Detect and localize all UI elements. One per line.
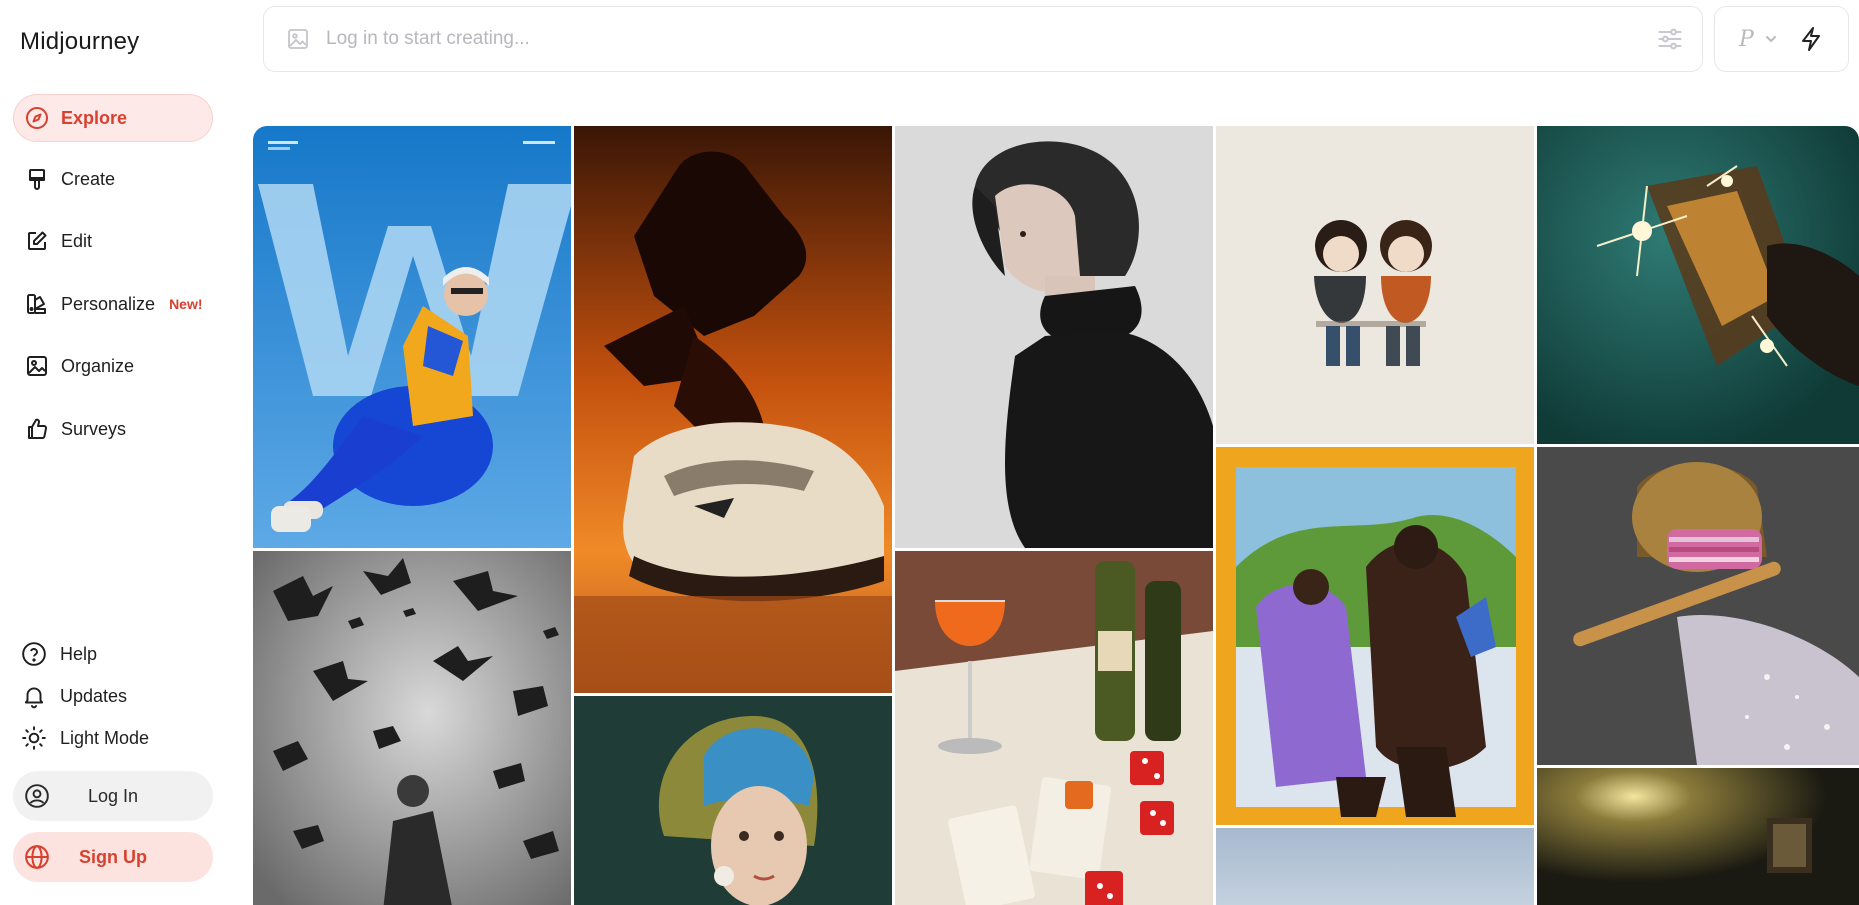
globe-icon (23, 843, 51, 871)
nav-item-create[interactable]: Create (13, 155, 213, 203)
blue-sky-partial-image (1216, 828, 1534, 905)
thumbs-up-icon (25, 417, 49, 441)
compass-icon (25, 106, 49, 130)
mode-selector[interactable]: P (1714, 6, 1849, 72)
man-in-blue-chair-image (253, 126, 571, 548)
dim-room-lamp-image (1537, 768, 1859, 905)
nav-label-surveys: Surveys (61, 418, 127, 439)
nav-item-edit[interactable]: Edit (13, 217, 213, 265)
nav-label-personalize: Personalize (61, 293, 156, 314)
signup-label: Sign Up (79, 846, 147, 867)
nav-item-explore[interactable]: Explore (13, 94, 213, 142)
prompt-bar[interactable]: Log in to start creating... (263, 6, 1703, 72)
lightning-icon[interactable] (1796, 24, 1826, 54)
running-shoe-silhouette-image (574, 126, 892, 693)
theme-toggle[interactable]: Light Mode (20, 721, 149, 755)
gallery-tile-crayon-figures[interactable] (1216, 447, 1534, 825)
mode-letter: P (1739, 26, 1754, 52)
help-circle-icon (20, 640, 48, 668)
image-upload-icon[interactable] (284, 25, 312, 53)
brand-logo[interactable]: Midjourney (20, 28, 139, 56)
updates-link[interactable]: Updates (20, 679, 127, 713)
drinks-cards-dice-still-life-image (895, 551, 1213, 905)
gallery-tile-knitted-girl[interactable] (574, 696, 892, 905)
nav-item-surveys[interactable]: Surveys (13, 405, 213, 453)
nav-label-organize: Organize (61, 355, 135, 376)
paintbrush-icon (25, 167, 49, 191)
gallery-tile-dim-room[interactable] (1537, 768, 1859, 905)
settings-sliders-icon[interactable] (1652, 21, 1688, 57)
gallery-tile-still-life[interactable] (895, 551, 1213, 905)
help-label: Help (60, 643, 98, 664)
knitted-pearl-earring-girl-image (574, 696, 892, 905)
woman-black-turtleneck-image (895, 126, 1213, 548)
two-kids-sitting-sketch-image (1216, 126, 1534, 444)
gallery-tile-woman-turtleneck[interactable] (895, 126, 1213, 548)
signup-button[interactable]: Sign Up (13, 832, 213, 882)
help-link[interactable]: Help (20, 637, 97, 671)
login-label: Log In (87, 785, 139, 806)
gallery-tile-man-in-blue-chair[interactable] (253, 126, 571, 548)
sidebar: Midjourney Explore Create Edit Personali… (0, 0, 230, 905)
user-circle-icon (23, 782, 51, 810)
prompt-input[interactable]: Log in to start creating... (326, 28, 1652, 50)
nav-label-edit: Edit (61, 230, 93, 251)
sparkling-glass-image (1537, 126, 1859, 444)
nav-label-create: Create (61, 168, 116, 189)
sun-icon (20, 724, 48, 752)
nav-label-explore: Explore (61, 107, 128, 128)
pigeons-flying-bw-image (253, 551, 571, 905)
gallery-tile-blue-sky[interactable] (1216, 828, 1534, 905)
crayon-two-figures-image (1216, 447, 1534, 825)
bell-icon (20, 682, 48, 710)
updates-label: Updates (60, 685, 128, 706)
gallery-tile-sparkling-glass[interactable] (1537, 126, 1859, 444)
theme-label: Light Mode (60, 727, 150, 748)
image-frame-icon (25, 354, 49, 378)
nav-item-organize[interactable]: Organize (13, 342, 213, 390)
nav-item-personalize[interactable]: Personalize New! (13, 280, 213, 328)
chevron-down-icon (1764, 31, 1780, 47)
explore-gallery (253, 126, 1859, 905)
gallery-tile-pigeons-flying[interactable] (253, 551, 571, 905)
gallery-tile-two-kids[interactable] (1216, 126, 1534, 444)
palette-icon (25, 292, 49, 316)
pencil-square-icon (25, 229, 49, 253)
login-button[interactable]: Log In (13, 771, 213, 821)
gallery-tile-running-shoe[interactable] (574, 126, 892, 693)
new-badge: New! (169, 296, 203, 312)
gallery-tile-robot-flute[interactable] (1537, 447, 1859, 765)
robot-playing-flute-image (1537, 447, 1859, 765)
